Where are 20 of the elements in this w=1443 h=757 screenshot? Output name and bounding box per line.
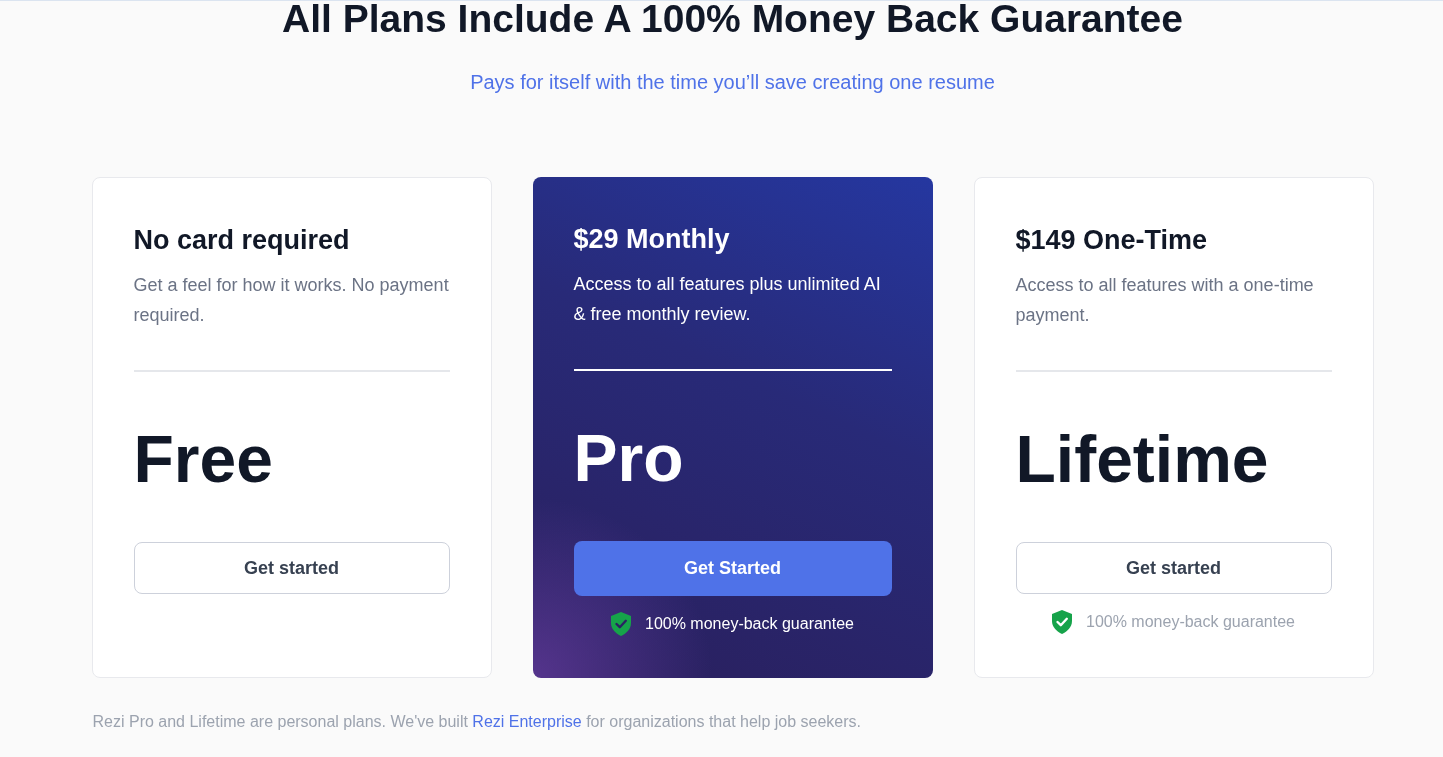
page-subtitle: Pays for itself with the time you’ll save creating one resume bbox=[470, 70, 995, 95]
shield-check-icon bbox=[611, 612, 631, 636]
plan-name: Pro bbox=[573, 422, 685, 494]
get-started-button[interactable]: Get started bbox=[133, 542, 450, 594]
plan-description: Access to all features plus unlimited AI & free monthly review. bbox=[573, 273, 882, 326]
get-started-button[interactable]: Get Started bbox=[573, 541, 892, 596]
plan-name: Lifetime bbox=[1015, 423, 1270, 495]
page-heading: All Plans Include A 100% Money Back Guarantee bbox=[282, 0, 1183, 40]
plan-title: $29 Monthly bbox=[573, 223, 731, 256]
plan-title: $149 One-Time bbox=[1015, 224, 1209, 257]
get-started-button[interactable]: Get started bbox=[1015, 542, 1332, 594]
footnote-text: Rezi Pro and Lifetime are personal plans. We've built Rezi Enterprise for organizations that help job seekers. bbox=[92, 712, 861, 732]
plan-name: Free bbox=[133, 423, 274, 495]
shield-check-icon bbox=[1052, 610, 1072, 634]
plan-description: Access to all features with a one-time payment. bbox=[1015, 274, 1315, 327]
plan-description: Get a feel for how it works. No payment required. bbox=[133, 274, 450, 327]
plan-title: No card required bbox=[133, 224, 351, 257]
guarantee-text: 100% money-back guarantee bbox=[645, 614, 854, 634]
guarantee-text: 100% money-back guarantee bbox=[1086, 612, 1295, 632]
enterprise-link[interactable]: Rezi Enterprise bbox=[472, 713, 582, 730]
